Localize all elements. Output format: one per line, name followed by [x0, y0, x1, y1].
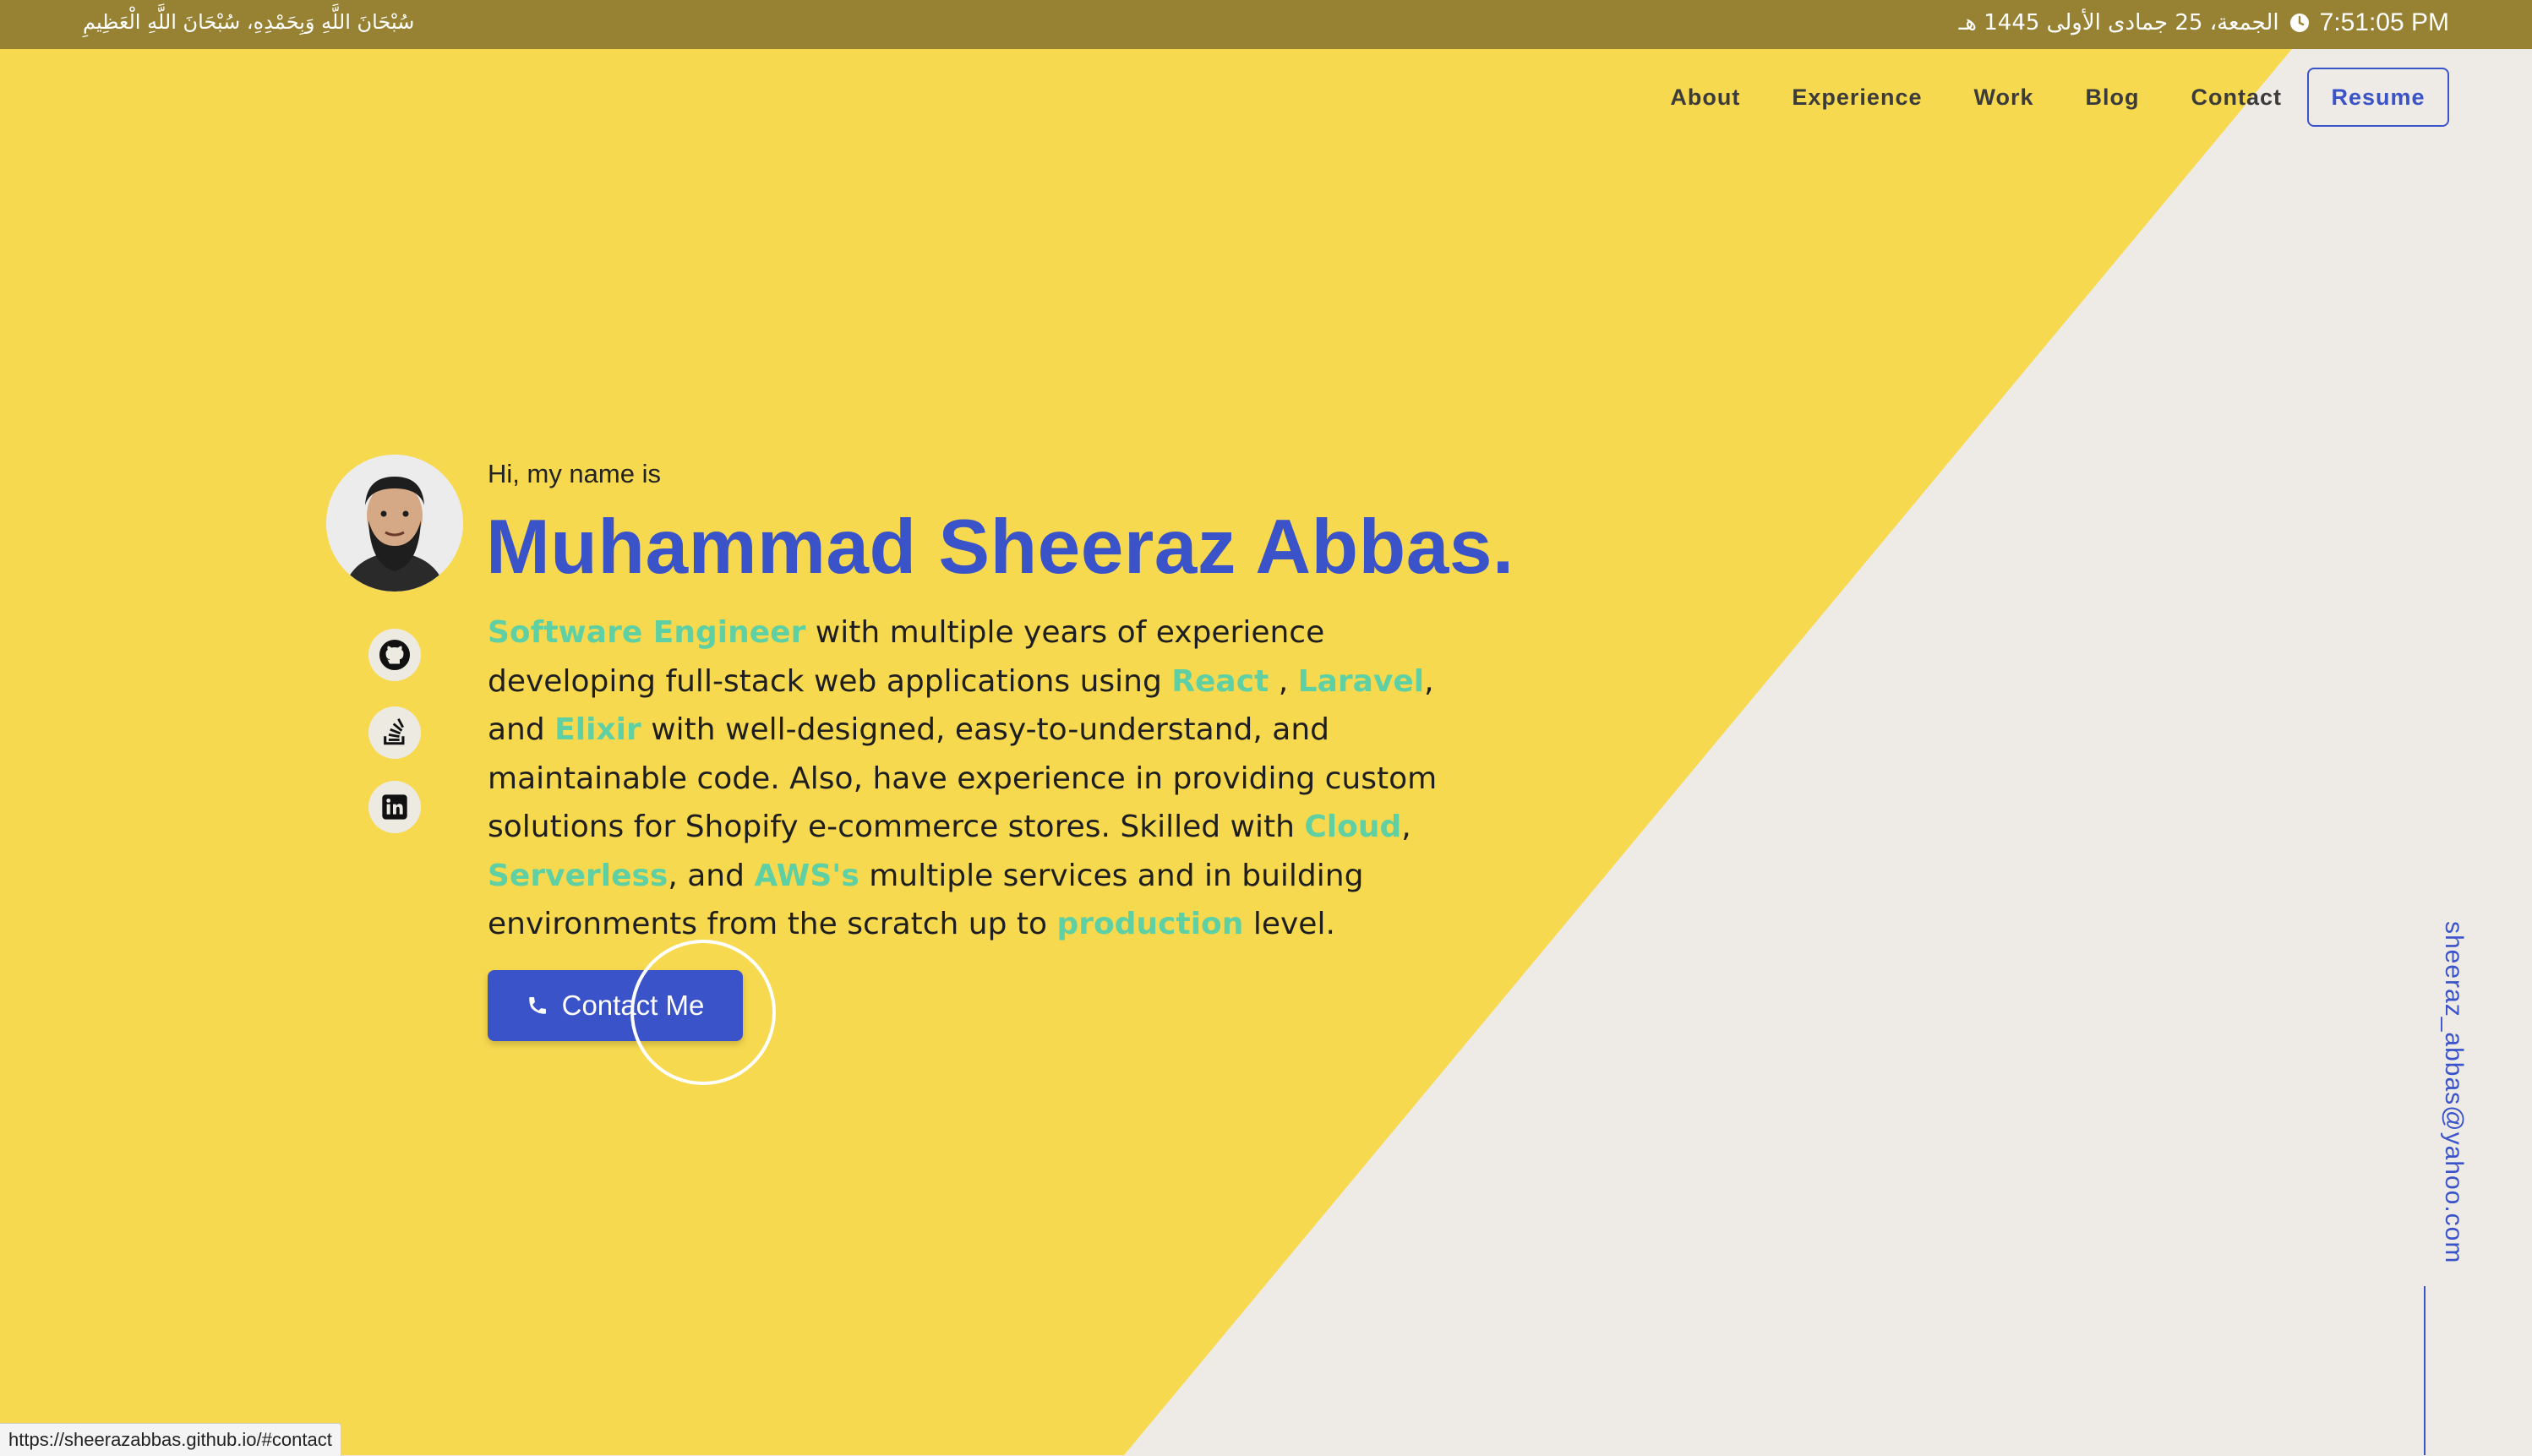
phone-icon	[528, 997, 546, 1014]
dhikr-text: سُبْحَانَ اللَّهِ وَبِحَمْدِهِ، سُبْحَان…	[83, 10, 415, 34]
greeting: Hi, my name is	[488, 459, 661, 488]
nav-about[interactable]: About	[1670, 85, 1740, 111]
date-time: الجمعة، 25 جمادى الأولى 1445 هـ 7:51:05 …	[1959, 8, 2449, 37]
stackoverflow-link[interactable]	[368, 706, 421, 759]
intro-highlight: AWS's	[754, 858, 859, 893]
intro-text: ,	[1401, 810, 1411, 844]
intro-highlight: React	[1171, 663, 1269, 699]
resume-button[interactable]: Resume	[2307, 68, 2449, 127]
clock-time: 7:51:05 PM	[2319, 8, 2449, 36]
intro-text: level.	[1243, 907, 1335, 941]
cursor-highlight	[630, 940, 776, 1085]
github-link[interactable]	[368, 629, 421, 681]
clock-icon	[2289, 14, 2309, 32]
top-info-bar: سُبْحَانَ اللَّهِ وَبِحَمْدِهِ، سُبْحَان…	[0, 0, 2532, 49]
nav-experience[interactable]: Experience	[1792, 85, 1922, 111]
hero-intro: Software Engineer with multiple years of…	[488, 608, 1485, 949]
linkedin-icon	[382, 794, 407, 820]
main-nav: About Experience Work Blog Contact Resum…	[1618, 66, 2449, 128]
intro-highlight: production	[1056, 907, 1244, 941]
linkedin-link[interactable]	[368, 781, 421, 833]
intro-highlight: Software Engineer	[488, 615, 806, 650]
hero-name: Muhammad Sheeraz Abbas.	[486, 504, 1514, 590]
intro-highlight: Elixir	[554, 712, 641, 747]
intro-text: , and	[668, 858, 755, 893]
email-link[interactable]: sheeraz_abbas@yahoo.com	[2439, 921, 2468, 1263]
github-icon	[379, 640, 410, 670]
intro-highlight: Serverless	[488, 858, 668, 893]
intro-highlight: Laravel	[1297, 663, 1425, 699]
nav-work[interactable]: Work	[1973, 85, 2033, 111]
avatar	[326, 455, 463, 592]
nav-blog[interactable]: Blog	[2086, 85, 2140, 111]
stackoverflow-icon	[384, 718, 405, 745]
status-url: https://sheerazabbas.github.io/#contact	[0, 1423, 341, 1456]
email-divider	[2424, 1286, 2426, 1455]
intro-highlight: Cloud	[1304, 810, 1402, 844]
hijri-date: الجمعة، 25 جمادى الأولى 1445 هـ	[1958, 10, 2279, 35]
nav-contact[interactable]: Contact	[2191, 85, 2283, 111]
intro-text: ,	[1269, 663, 1298, 699]
